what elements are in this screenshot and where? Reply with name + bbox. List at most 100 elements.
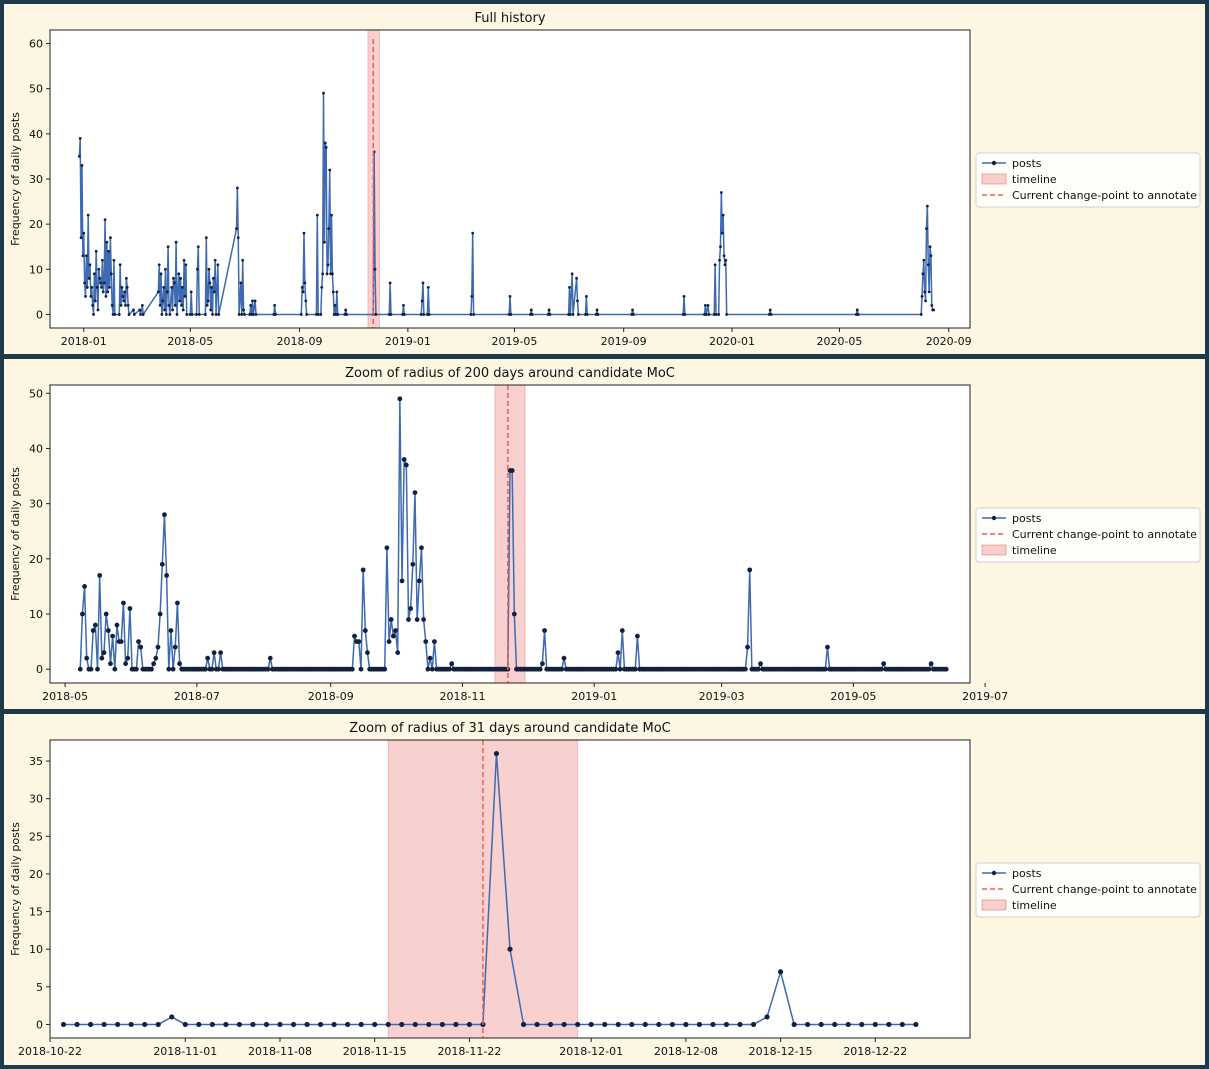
x-tick-label: 2018-07 [174,690,220,703]
y-tick-label: 40 [29,442,43,455]
data-point [104,294,108,298]
x-tick-label: 2018-11-15 [343,1045,407,1058]
data-point [106,290,110,294]
data-point [426,285,430,289]
data-point [713,263,717,267]
data-point [251,313,255,316]
data-point [139,313,142,316]
data-point [77,666,83,672]
data-point [872,1021,878,1028]
data-point [156,290,160,294]
data-point [386,639,392,645]
data-point [243,313,246,316]
data-point [101,290,105,294]
data-point [432,639,437,645]
data-point [114,622,120,628]
data-point [216,263,220,267]
data-point [170,285,174,289]
data-point [182,258,186,262]
legend-label: timeline [1012,173,1057,186]
data-point [584,294,588,298]
data-point [472,313,475,316]
data-point [719,191,723,194]
y-tick-label: 0 [36,663,43,676]
data-point [263,1021,270,1028]
x-tick-label: 2019-01 [385,335,431,348]
data-point [163,308,166,312]
data-point [109,272,113,276]
data-point [140,304,144,307]
data-point [412,490,418,496]
data-point [632,313,635,316]
data-point [632,666,638,672]
data-point [832,1021,838,1028]
data-point [208,281,212,285]
data-point [576,299,579,303]
data-point [128,1021,134,1028]
x-tick-label: 2018-11-08 [248,1045,312,1058]
data-point [299,313,303,316]
y-axis-label: Frequency of daily posts [9,822,22,956]
data-point [86,213,90,217]
legend-label: posts [1012,867,1042,880]
data-point [122,299,126,303]
data-point [304,1021,310,1028]
data-point [683,313,687,316]
legend-swatch-timeline [981,173,1007,185]
data-point [211,313,214,316]
data-point [447,666,452,672]
legend-label: Current change-point to annotate [1012,528,1197,541]
data-point [345,1021,351,1028]
data-point [358,1021,364,1028]
data-point [921,272,925,276]
data-point [120,285,124,289]
y-tick-label: 20 [29,218,43,231]
data-point [401,457,407,462]
data-point [425,666,431,672]
data-point [542,628,547,633]
data-point [235,186,239,190]
x-tick-label: 2019-01 [571,690,617,703]
data-point [327,227,331,231]
data-point [153,655,159,661]
data-point [168,628,174,633]
data-point [81,254,85,258]
data-point [82,231,86,235]
data-point [330,272,334,276]
data-point [406,617,411,622]
data-point [217,313,221,316]
data-point [125,285,129,289]
data-point [403,462,409,468]
data-point [722,254,726,258]
data-point [568,313,572,316]
x-tick-label: 2018-12-01 [559,1045,623,1058]
data-point [60,1021,67,1028]
data-point [613,666,619,672]
data-point [173,304,177,307]
data-point [928,245,932,249]
data-point [172,281,176,285]
data-point [362,628,368,633]
data-point [619,628,625,633]
data-point [175,600,180,606]
data-point [180,304,183,307]
data-point [683,1021,689,1028]
data-point [160,313,164,316]
data-point [764,1014,770,1020]
data-point [390,633,396,639]
y-tick-label: 5 [36,981,43,994]
data-point [720,231,724,235]
plot-area [50,30,970,328]
data-point [90,285,94,289]
data-point [196,1021,202,1028]
data-point [818,1021,824,1028]
data-point [539,661,545,667]
data-point [402,304,405,307]
data-point [932,308,935,312]
data-point [723,263,727,267]
data-point [239,281,243,285]
data-point [320,285,324,289]
data-point [88,666,94,672]
data-point [466,1021,473,1028]
data-point [212,290,216,294]
